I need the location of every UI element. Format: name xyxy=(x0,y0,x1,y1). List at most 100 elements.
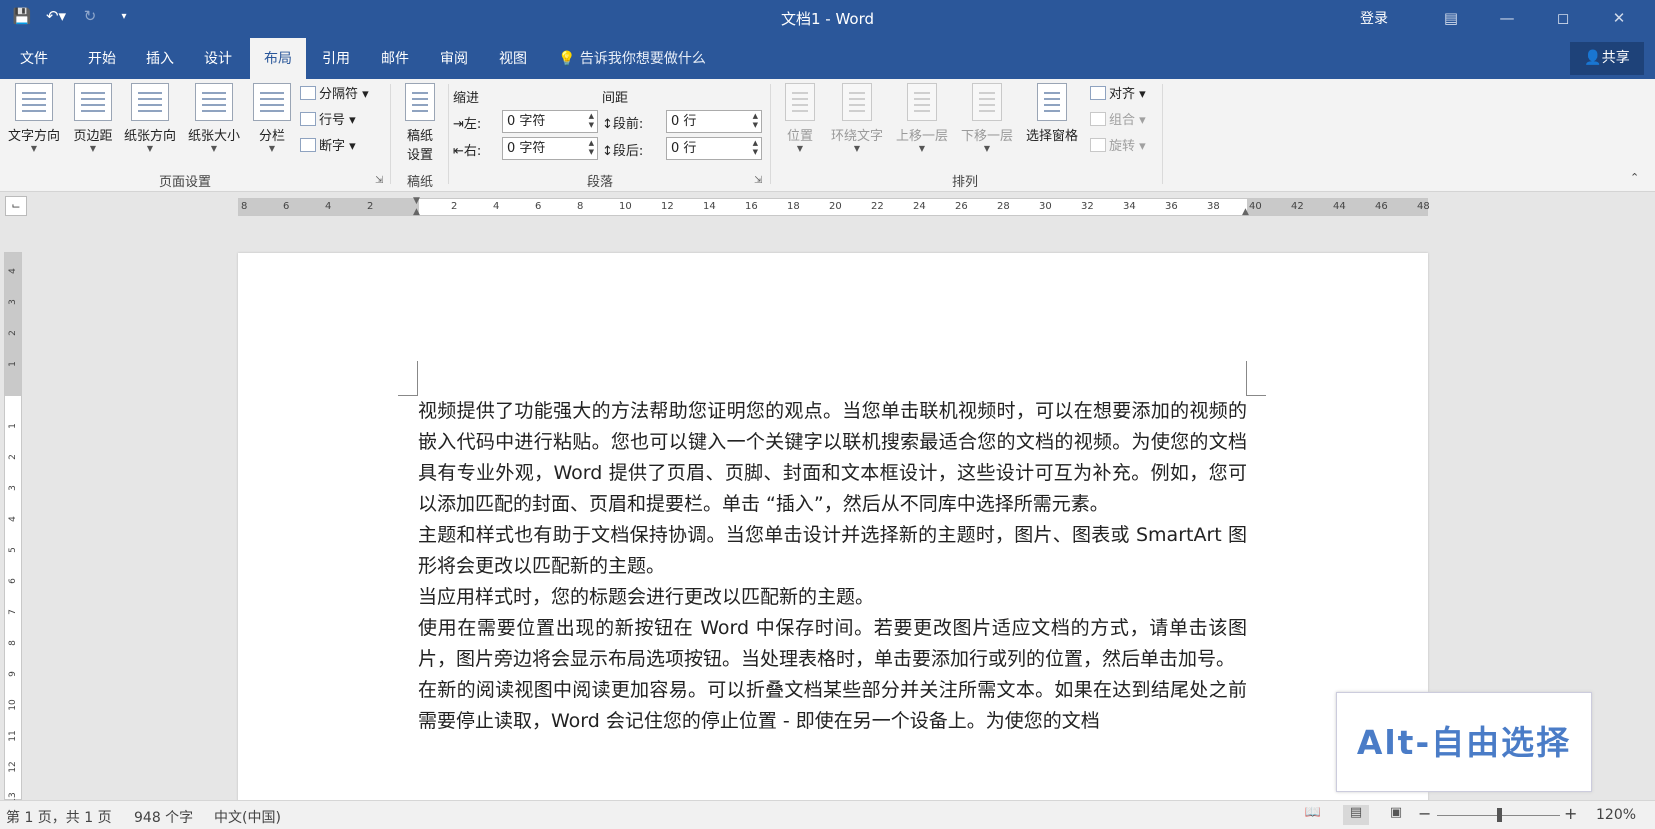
tab-home[interactable]: 开始 xyxy=(74,38,130,79)
read-mode-icon[interactable]: 📖 xyxy=(1300,805,1326,825)
columns-label: 分栏 xyxy=(258,129,285,144)
manuscript-label-1: 稿纸 xyxy=(406,129,433,144)
tab-design[interactable]: 设计 xyxy=(190,38,246,79)
zoom-out-button[interactable]: − xyxy=(1418,804,1431,823)
chevron-down-icon: ▼ xyxy=(796,144,804,153)
language-indicator[interactable]: 中文(中国) xyxy=(214,807,281,827)
spacing-before-text: 段前: xyxy=(612,117,644,132)
horizontal-ruler[interactable]: 8 6 4 2 2 4 6 8 10 12 14 16 18 20 22 24 26 28 30 32 34 36 38 40… xyxy=(238,196,1430,217)
tell-me-text: 告诉我你想要做什么 xyxy=(579,51,706,67)
status-bar: 第 1 页，共 1 页 948 个字 中文(中国) 📖 ▤ ▣ − + 120% xyxy=(0,800,1655,829)
group-label-paragraph: 段落 xyxy=(586,175,613,190)
tab-stop-selector[interactable]: ⌙ xyxy=(5,196,27,216)
spinner-icon[interactable]: ▲ ▼ xyxy=(589,139,594,157)
close-icon[interactable]: ✕ xyxy=(1591,4,1647,32)
indent-right-input[interactable]: 0 字符 ▲ ▼ xyxy=(502,137,598,160)
align-icon xyxy=(1090,86,1106,100)
rotate-button[interactable]: 旋转 ▾ xyxy=(1090,136,1146,158)
selection-pane-button[interactable]: 选择窗格 xyxy=(1020,83,1084,144)
bring-forward-button[interactable]: 上移一层 ▼ xyxy=(890,83,954,154)
position-label: 位置 xyxy=(786,129,813,144)
paragraph[interactable]: 主题和样式也有助于文档保持协调。当您单击设计并选择新的主题时，图片、图表或 Sm… xyxy=(418,520,1247,582)
hyphenation-label: 断字 xyxy=(319,139,346,154)
page-count[interactable]: 第 1 页，共 1 页 xyxy=(6,807,112,827)
size-button[interactable]: 纸张大小 ▼ xyxy=(182,83,246,154)
ruler-tick-label: 24 xyxy=(913,201,926,212)
paragraph[interactable]: 使用在需要位置出现的新按钮在 Word 中保存时间。若要更改图片适应文档的方式，… xyxy=(418,613,1247,675)
orientation-button[interactable]: 纸张方向 ▼ xyxy=(118,83,182,154)
chevron-down-icon: ▼ xyxy=(918,144,926,153)
hyphenation-button[interactable]: 断字 ▾ xyxy=(300,136,356,158)
chevron-down-icon: ▼ xyxy=(268,144,276,153)
spinner-icon[interactable]: ▲ ▼ xyxy=(753,139,758,157)
ruler-tick-label: 3 xyxy=(8,299,18,305)
indent-heading: 缩进 xyxy=(453,91,480,106)
tab-view[interactable]: 视图 xyxy=(485,38,541,79)
ruler-tick-label: 32 xyxy=(1081,201,1094,212)
paragraph[interactable]: 视频提供了功能强大的方法帮助您证明您的观点。当您单击联机视频时，可以在想要添加的… xyxy=(418,396,1247,520)
zoom-level[interactable]: 120% xyxy=(1596,807,1636,823)
ruler-tick-label: 30 xyxy=(1039,201,1052,212)
paragraph[interactable]: 当应用样式时，您的标题会进行更改以匹配新的主题。 xyxy=(418,582,1247,613)
manuscript-settings-button[interactable]: 稿纸 设置 xyxy=(398,83,442,163)
document-page[interactable]: 视频提供了功能强大的方法帮助您证明您的观点。当您单击联机视频时，可以在想要添加的… xyxy=(238,253,1428,813)
right-indent-marker[interactable]: ▲ xyxy=(1242,207,1249,217)
text-direction-button[interactable]: 文字方向 ▼ xyxy=(2,83,66,154)
wrap-text-button[interactable]: 环绕文字 ▼ xyxy=(824,83,890,154)
selection-pane-label: 选择窗格 xyxy=(1025,129,1078,144)
bring-forward-label: 上移一层 xyxy=(895,129,948,144)
position-button[interactable]: 位置 ▼ xyxy=(778,83,822,154)
web-layout-icon[interactable]: ▣ xyxy=(1383,805,1409,825)
tab-review[interactable]: 审阅 xyxy=(426,38,482,79)
columns-button[interactable]: 分栏 ▼ xyxy=(250,83,294,154)
crop-mark-top-left xyxy=(398,361,418,396)
tell-me-search[interactable]: 💡 告诉我你想要做什么 xyxy=(558,38,706,80)
orientation-icon xyxy=(131,83,169,121)
document-body[interactable]: 视频提供了功能强大的方法帮助您证明您的观点。当您单击联机视频时，可以在想要添加的… xyxy=(418,396,1247,737)
tab-references[interactable]: 引用 xyxy=(308,38,364,79)
login-link[interactable]: 登录 xyxy=(1360,8,1388,28)
print-layout-icon[interactable]: ▤ xyxy=(1343,805,1369,825)
spacing-after-value: 0 行 xyxy=(671,141,697,156)
align-button[interactable]: 对齐 ▾ xyxy=(1090,84,1146,106)
collapse-ribbon-icon[interactable]: ⌃ xyxy=(1630,171,1639,184)
ruler-tick-label: 8 xyxy=(577,201,584,212)
dialog-launcher-icon[interactable]: ⇲ xyxy=(375,175,383,186)
line-numbers-button[interactable]: 行号 ▾ xyxy=(300,110,356,132)
indent-left-input[interactable]: 0 字符 ▲ ▼ xyxy=(502,110,598,133)
minimize-icon[interactable]: — xyxy=(1479,4,1535,32)
paragraph[interactable]: 在新的阅读视图中阅读更加容易。可以折叠文档某些部分并关注所需文本。如果在达到结尾… xyxy=(418,675,1247,737)
share-button[interactable]: 👤共享 xyxy=(1570,42,1644,75)
ruler-tick-label: 48 xyxy=(1417,201,1430,212)
ruler-tick-label: 16 xyxy=(745,201,758,212)
ruler-tick-label: 46 xyxy=(1375,201,1388,212)
ribbon-display-options-icon[interactable]: ▤ xyxy=(1423,4,1479,32)
tab-file[interactable]: 文件 xyxy=(6,38,62,79)
group-button[interactable]: 组合 ▾ xyxy=(1090,110,1146,132)
spinner-icon[interactable]: ▲ ▼ xyxy=(589,112,594,130)
dialog-launcher-icon[interactable]: ⇲ xyxy=(754,175,762,186)
margins-button[interactable]: 页边距 ▼ xyxy=(67,83,119,154)
tab-mailings[interactable]: 邮件 xyxy=(367,38,423,79)
indent-right-icon: ⇤ xyxy=(453,144,464,159)
first-line-indent-marker[interactable]: ▼ xyxy=(413,196,420,206)
spacing-before-input[interactable]: 0 行 ▲ ▼ xyxy=(666,110,762,133)
maximize-icon[interactable]: ◻ xyxy=(1535,4,1591,32)
breaks-button[interactable]: 分隔符 ▾ xyxy=(300,84,369,106)
spacing-after-input[interactable]: 0 行 ▲ ▼ xyxy=(666,137,762,160)
selection-pane-icon xyxy=(1037,83,1067,121)
zoom-in-button[interactable]: + xyxy=(1564,804,1577,823)
hanging-indent-marker[interactable]: ▲ xyxy=(413,207,420,217)
send-backward-button[interactable]: 下移一层 ▼ xyxy=(955,83,1019,154)
word-count[interactable]: 948 个字 xyxy=(134,807,193,827)
ruler-tick-label: 2 xyxy=(451,201,458,212)
ruler-tick-label: 12 xyxy=(8,761,18,773)
tab-insert[interactable]: 插入 xyxy=(132,38,188,79)
zoom-slider-thumb[interactable] xyxy=(1496,808,1502,822)
spacing-before-label: ↕段前: xyxy=(602,113,643,132)
rotate-icon xyxy=(1090,138,1106,152)
vertical-ruler[interactable]: 4 3 2 1 1 2 3 4 5 6 7 8 9 10 11 12 13 xyxy=(4,252,22,804)
tab-layout[interactable]: 布局 xyxy=(250,38,306,79)
spinner-icon[interactable]: ▲ ▼ xyxy=(753,112,758,130)
send-backward-icon xyxy=(972,83,1002,121)
